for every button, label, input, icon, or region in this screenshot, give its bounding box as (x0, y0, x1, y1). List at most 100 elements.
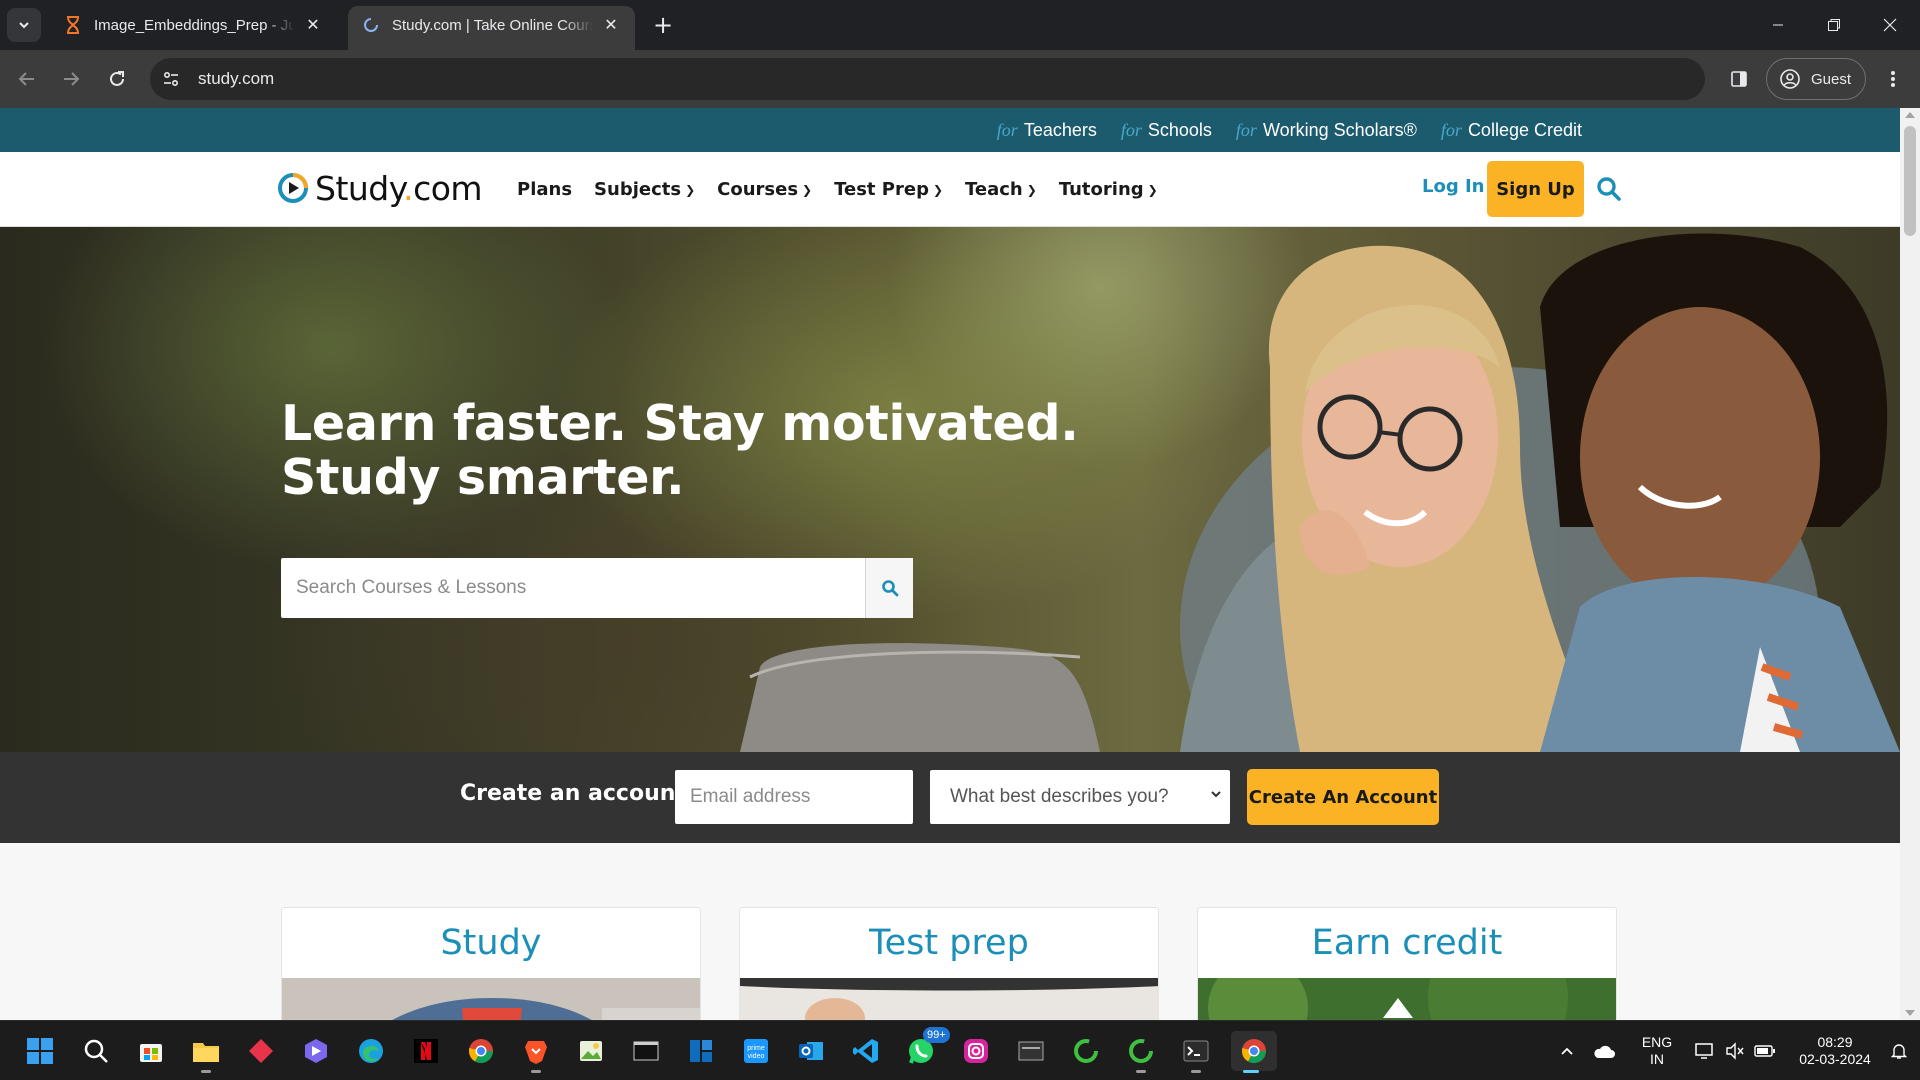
terminal-dark-icon[interactable] (1176, 1031, 1216, 1073)
restore-button[interactable] (1806, 0, 1862, 50)
chrome-icon[interactable] (461, 1031, 501, 1071)
close-tab-icon[interactable]: ✕ (601, 15, 621, 35)
window-app-icon[interactable] (1011, 1031, 1051, 1071)
chevron-down-icon (1210, 787, 1222, 803)
photo-app-icon[interactable] (571, 1031, 611, 1071)
edge-icon[interactable] (351, 1031, 391, 1071)
new-tab-button[interactable]: + (650, 12, 676, 38)
link-label: College Credit (1467, 119, 1582, 140)
reload-button[interactable] (100, 62, 134, 96)
hero-banner: Learn faster. Stay motivated. Study smar… (0, 227, 1900, 752)
address-bar[interactable]: study.com (150, 58, 1705, 100)
profile-label: Guest (1811, 70, 1852, 88)
site-info-button[interactable] (154, 62, 188, 96)
link-working-scholars[interactable]: for Working Scholars® (1236, 120, 1417, 141)
widget-app-icon[interactable] (681, 1031, 721, 1071)
study-com-logo[interactable]: Study.com (277, 166, 483, 210)
card-earn-credit[interactable]: Earn credit (1197, 907, 1617, 1020)
nav-label: Tutoring (1058, 179, 1144, 200)
nav-courses[interactable]: Courses ❯ (717, 179, 812, 200)
chevron-down-icon: ❯ (802, 182, 813, 197)
email-field[interactable]: Email address (675, 770, 913, 824)
green-ring-icon-2[interactable] (1121, 1031, 1161, 1073)
nav-test-prep[interactable]: Test Prep ❯ (834, 179, 943, 200)
speaker-muted-icon[interactable] (1720, 1042, 1750, 1060)
nav-label: Teach (965, 179, 1023, 200)
create-account-label: Create an account (460, 781, 686, 806)
chevron-up-icon[interactable] (1550, 1043, 1584, 1059)
whatsapp-icon[interactable]: 99+ (901, 1027, 950, 1071)
browser-tab-strip: Image_Embeddings_Prep - Jupyter ✕ Study.… (0, 0, 1920, 50)
scroll-down-arrow-icon[interactable] (1905, 1010, 1915, 1016)
netflix-icon[interactable] (406, 1031, 446, 1071)
log-in-link[interactable]: Log In (1422, 176, 1485, 197)
link-schools[interactable]: for Schools (1121, 120, 1212, 141)
tab-jupyter[interactable]: Image_Embeddings_Prep - Jupyter ✕ (50, 6, 337, 44)
close-window-button[interactable] (1862, 0, 1918, 50)
card-test-prep[interactable]: Test prep (739, 907, 1159, 1020)
instagram-icon[interactable] (956, 1031, 996, 1071)
browser-menu-button[interactable] (1876, 62, 1910, 96)
restore-icon (1828, 19, 1840, 31)
course-search-box: Search Courses & Lessons (281, 558, 913, 618)
link-teachers[interactable]: for Teachers (997, 120, 1097, 141)
minimize-button[interactable] (1750, 0, 1806, 50)
app-red-diamond-icon[interactable] (241, 1031, 281, 1071)
battery-icon[interactable] (1750, 1044, 1780, 1058)
nav-label: Plans (517, 179, 573, 200)
network-icon[interactable] (1690, 1042, 1720, 1060)
scrollbar-thumb[interactable] (1904, 126, 1916, 236)
cloud-icon[interactable] (1584, 1043, 1624, 1059)
search-icon[interactable] (1596, 176, 1622, 202)
chevron-down-icon: ❯ (685, 182, 696, 197)
loading-spinner-icon (362, 16, 380, 34)
clock[interactable]: 08:29 02-03-2024 (1790, 1034, 1880, 1068)
file-explorer-icon[interactable] (186, 1031, 226, 1073)
headline-line-2: Study smarter. (281, 449, 685, 506)
nav-teach[interactable]: Teach ❯ (965, 179, 1037, 200)
nav-tutoring[interactable]: Tutoring ❯ (1059, 179, 1158, 200)
vscode-icon[interactable] (846, 1031, 886, 1071)
windows-taskbar: prime video 99+ ENG IN 08:29 02-03-2024 (0, 1020, 1920, 1080)
page-scrollbar[interactable] (1900, 108, 1920, 1020)
running-indicator (201, 1070, 211, 1073)
course-search-input[interactable]: Search Courses & Lessons (281, 558, 865, 618)
prime-video-icon[interactable]: prime video (736, 1031, 776, 1071)
course-search-button[interactable] (865, 558, 913, 618)
side-panel-icon (1731, 71, 1747, 87)
card-title: Test prep (869, 923, 1029, 963)
scroll-up-arrow-icon[interactable] (1905, 112, 1915, 118)
tab-search-button[interactable] (7, 8, 41, 42)
notification-bell-icon[interactable] (1884, 1042, 1914, 1060)
forward-button[interactable] (54, 62, 88, 96)
create-account-button[interactable]: Create An Account (1247, 769, 1439, 825)
nav-plans[interactable]: Plans (517, 179, 572, 200)
profile-button[interactable]: Guest (1766, 58, 1866, 100)
tab-study-com[interactable]: Study.com | Take Online Courses ✕ (348, 6, 635, 50)
for-prefix: for (1120, 119, 1142, 140)
outlook-icon[interactable] (791, 1031, 831, 1071)
logo-tld: com (413, 168, 483, 208)
arrow-left-icon (18, 72, 34, 86)
role-select[interactable]: What best describes you? (930, 770, 1230, 824)
search-icon[interactable] (76, 1031, 116, 1071)
link-college-credit[interactable]: for College Credit (1441, 120, 1582, 141)
microsoft-store-icon[interactable] (131, 1031, 171, 1071)
green-ring-icon[interactable] (1066, 1031, 1106, 1071)
terminal-icon[interactable] (626, 1031, 666, 1071)
chrome-active-icon[interactable] (1231, 1031, 1277, 1073)
brave-icon[interactable] (516, 1031, 556, 1073)
nav-subjects[interactable]: Subjects ❯ (594, 179, 695, 200)
side-panel-button[interactable] (1722, 62, 1756, 96)
card-study[interactable]: Study (281, 907, 701, 1020)
app-purple-icon[interactable] (296, 1031, 336, 1071)
more-vertical-icon (1891, 71, 1895, 87)
back-button[interactable] (10, 62, 44, 96)
page-viewport: for Teachers for Schools for Working Schola… (0, 108, 1920, 1020)
close-tab-icon[interactable]: ✕ (303, 15, 323, 35)
hero-headline: Learn faster. Stay motivated. Study smar… (281, 397, 1079, 505)
main-navigation: Study.com Plans Subjects ❯ Courses ❯ Test … (0, 152, 1900, 227)
windows-start-icon[interactable] (20, 1031, 60, 1071)
language-indicator[interactable]: ENG IN (1630, 1034, 1684, 1068)
sign-up-button[interactable]: Sign Up (1487, 161, 1584, 217)
